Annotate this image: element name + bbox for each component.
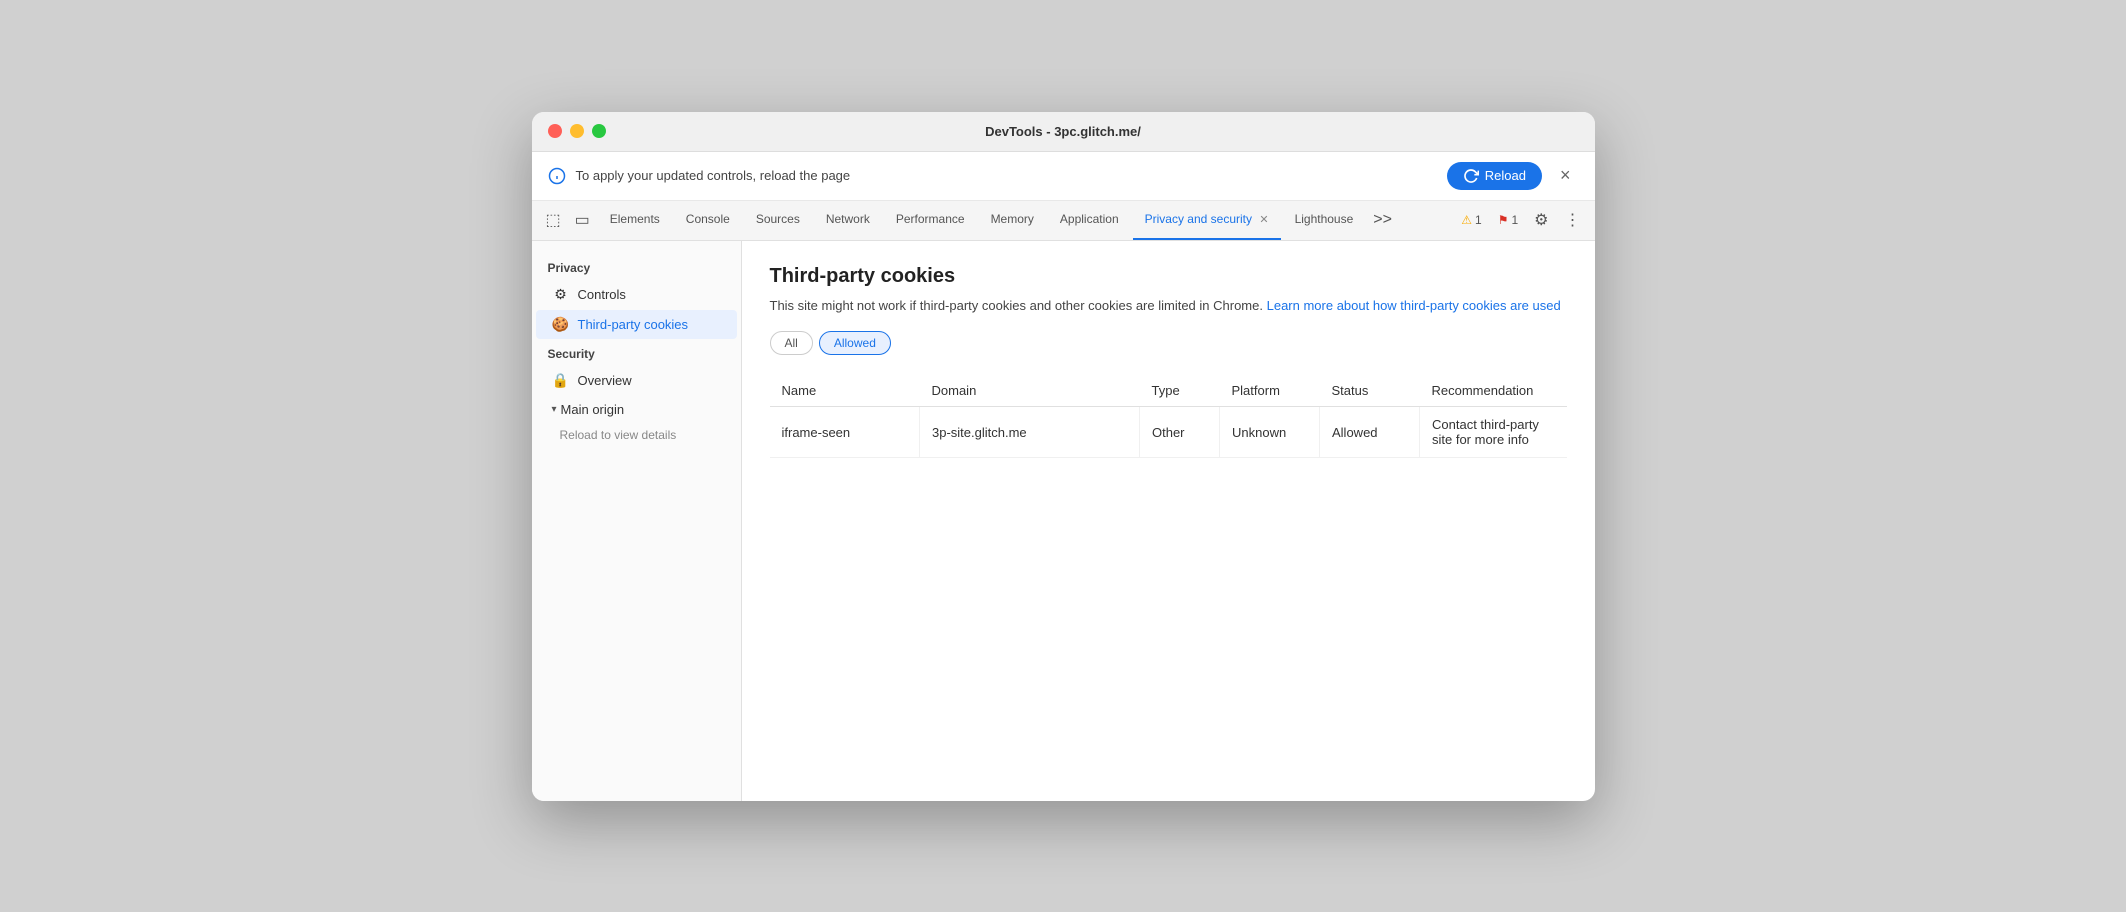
sidebar-main-origin[interactable]: ▾ Main origin [536, 396, 737, 423]
devtools-window: DevTools - 3pc.glitch.me/ To apply your … [532, 112, 1595, 801]
cell-domain: 3p-site.glitch.me [920, 407, 1140, 458]
more-tabs-button[interactable]: >> [1367, 207, 1398, 233]
banner-close-button[interactable]: × [1552, 163, 1579, 188]
maximize-button[interactable] [592, 124, 606, 138]
filter-tab-all[interactable]: All [770, 331, 813, 355]
controls-icon: ⚙ [552, 286, 570, 303]
reload-button[interactable]: Reload [1447, 162, 1542, 190]
col-header-status: Status [1320, 375, 1420, 407]
devtools-toolbar: ⬚ ▭ Elements Console Sources Network Per… [532, 201, 1595, 241]
tab-memory[interactable]: Memory [979, 200, 1046, 240]
tab-privacy[interactable]: Privacy and security ✕ [1133, 200, 1281, 240]
cell-name: iframe-seen [770, 407, 920, 458]
window-title: DevTools - 3pc.glitch.me/ [985, 124, 1141, 139]
minimize-button[interactable] [570, 124, 584, 138]
cookies-icon: 🍪 [552, 316, 570, 333]
toolbar-right: ⚠ 1 ⚑ 1 ⚙ ⋮ [1455, 206, 1586, 234]
cell-recommendation: Contact third-party site for more info [1420, 407, 1567, 458]
tab-network[interactable]: Network [814, 200, 882, 240]
col-header-type: Type [1140, 375, 1220, 407]
warning-icon: ⚠ [1461, 213, 1472, 227]
tab-elements[interactable]: Elements [598, 200, 672, 240]
device-toggle-icon[interactable]: ▭ [569, 206, 596, 234]
sidebar-item-overview[interactable]: 🔒 Overview [536, 366, 737, 395]
filter-tabs: All Allowed [770, 331, 1567, 355]
tab-console[interactable]: Console [674, 200, 742, 240]
filter-tab-allowed[interactable]: Allowed [819, 331, 891, 355]
errors-button[interactable]: ⚑ 1 [1492, 209, 1524, 231]
tab-close-icon[interactable]: ✕ [1259, 214, 1268, 226]
tab-performance[interactable]: Performance [884, 200, 977, 240]
info-icon [548, 167, 566, 185]
content-description: This site might not work if third-party … [770, 296, 1567, 316]
cell-type: Other [1140, 407, 1220, 458]
main-content: Third-party cookies This site might not … [742, 241, 1595, 801]
reload-icon [1463, 168, 1479, 184]
sidebar: Privacy ⚙ Controls 🍪 Third-party cookies… [532, 241, 742, 801]
tab-lighthouse[interactable]: Lighthouse [1283, 200, 1366, 240]
error-icon: ⚑ [1498, 213, 1509, 227]
cell-status: Allowed [1320, 407, 1420, 458]
traffic-lights [548, 124, 606, 138]
lock-icon: 🔒 [552, 372, 570, 389]
sidebar-item-controls[interactable]: ⚙ Controls [536, 280, 737, 309]
cell-platform: Unknown [1220, 407, 1320, 458]
learn-more-link[interactable]: Learn more about how third-party cookies… [1267, 298, 1561, 313]
tab-application[interactable]: Application [1048, 200, 1131, 240]
banner-text: To apply your updated controls, reload t… [576, 168, 1437, 183]
sidebar-reload-details: Reload to view details [532, 424, 741, 446]
settings-button[interactable]: ⚙ [1528, 206, 1554, 234]
col-header-domain: Domain [920, 375, 1140, 407]
col-header-platform: Platform [1220, 375, 1320, 407]
select-element-icon[interactable]: ⬚ [540, 206, 567, 234]
close-button[interactable] [548, 124, 562, 138]
titlebar: DevTools - 3pc.glitch.me/ [532, 112, 1595, 152]
warnings-button[interactable]: ⚠ 1 [1455, 209, 1487, 231]
expand-arrow-icon: ▾ [552, 404, 557, 415]
sidebar-item-third-party-cookies[interactable]: 🍪 Third-party cookies [536, 310, 737, 339]
col-header-name: Name [770, 375, 920, 407]
more-options-button[interactable]: ⋮ [1559, 206, 1587, 234]
reload-banner: To apply your updated controls, reload t… [532, 152, 1595, 201]
page-title: Third-party cookies [770, 265, 1567, 288]
cookies-table: Name Domain Type Platform Status Recomme… [770, 375, 1567, 458]
col-header-recommendation: Recommendation [1420, 375, 1567, 407]
privacy-section-header: Privacy [532, 257, 741, 279]
main-layout: Privacy ⚙ Controls 🍪 Third-party cookies… [532, 241, 1595, 801]
table-row[interactable]: iframe-seen 3p-site.glitch.me Other Unkn… [770, 407, 1567, 458]
security-section-header: Security [532, 343, 741, 365]
tab-sources[interactable]: Sources [744, 200, 812, 240]
